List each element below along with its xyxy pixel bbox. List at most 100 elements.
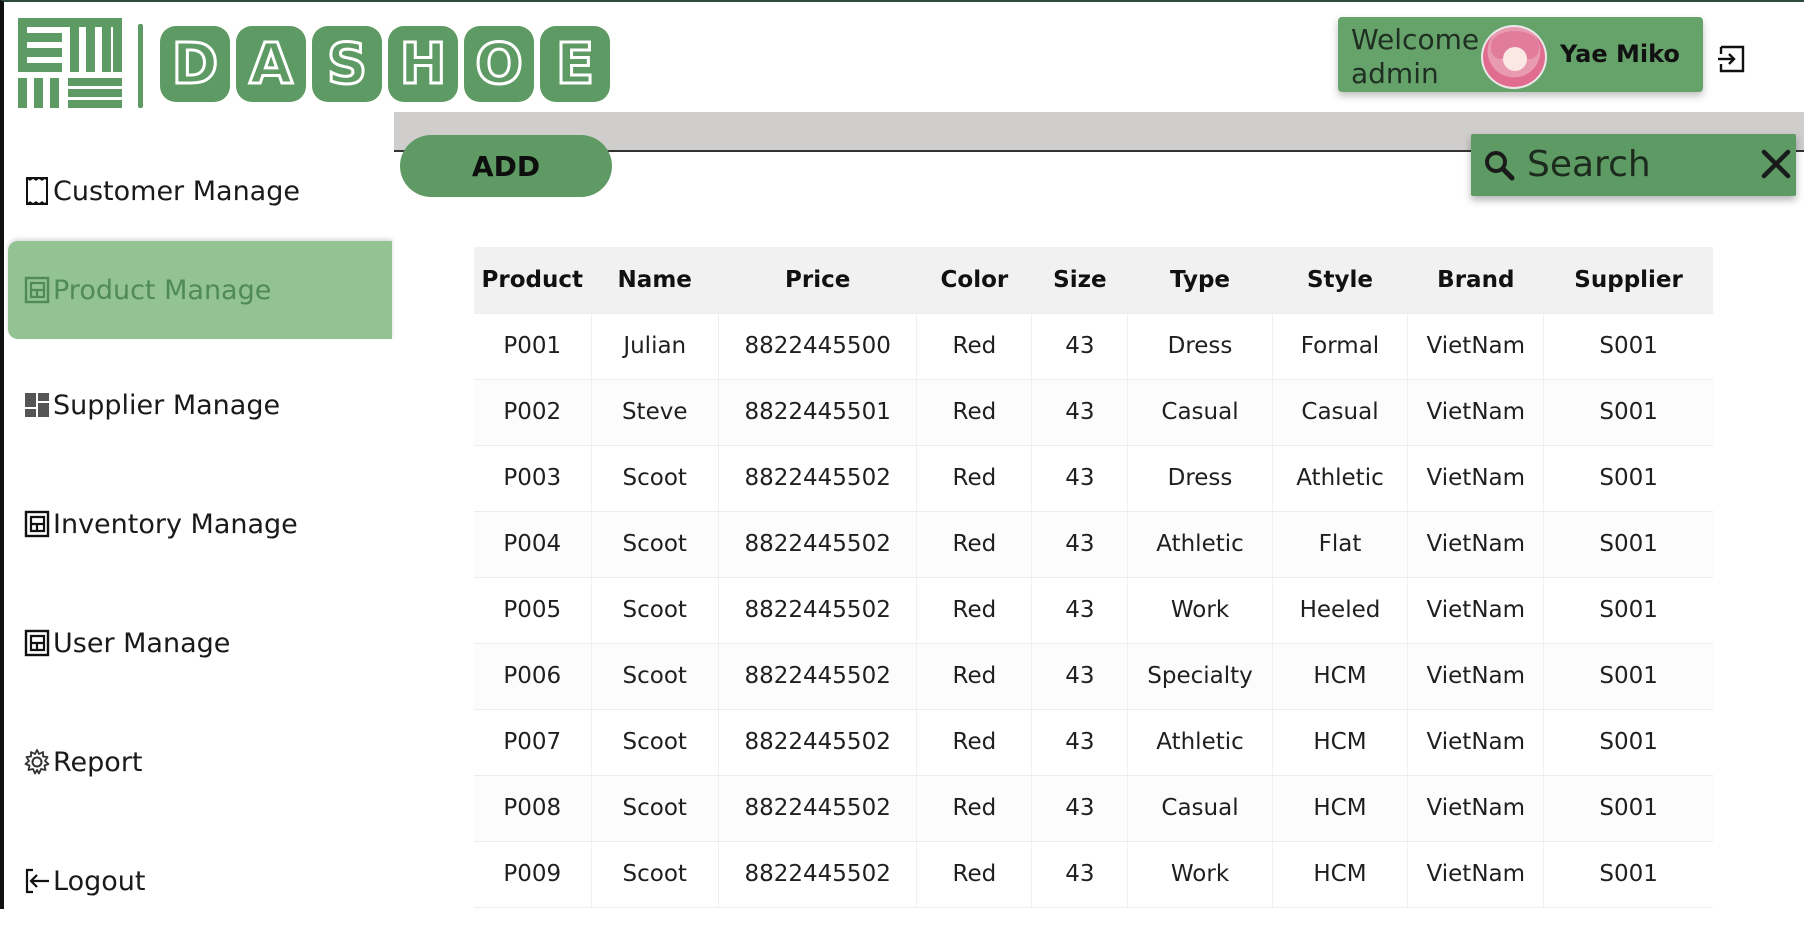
table-row[interactable]: P009 Scoot 8822445502 Red 43 Work HCM Vi…: [474, 841, 1713, 908]
table-cell: 8822445500: [718, 313, 918, 380]
table-cell: 43: [1031, 445, 1129, 512]
table-cell: P005: [474, 577, 592, 644]
sidebar-item-product[interactable]: Product Manage: [8, 241, 392, 339]
table-row[interactable]: P003 Scoot 8822445502 Red 43 Dress Athle…: [474, 445, 1713, 512]
table-cell: Scoot: [591, 577, 719, 644]
table-cell: VietNam: [1407, 709, 1545, 776]
table-cell: VietNam: [1407, 643, 1545, 710]
table-cell: Dress: [1127, 313, 1273, 380]
table-cell: S001: [1543, 643, 1713, 710]
table-cell: VietNam: [1407, 445, 1545, 512]
sidebar-item-inventory[interactable]: Inventory Manage: [8, 475, 392, 573]
search-input[interactable]: [1527, 142, 1747, 186]
table-cell: 43: [1031, 577, 1129, 644]
user-name: Yae Miko: [1560, 40, 1680, 68]
search-icon[interactable]: [1481, 147, 1517, 183]
table-cell: 43: [1031, 643, 1129, 710]
table-cell: Red: [916, 511, 1033, 578]
sidebar-item-label: Logout: [53, 865, 146, 897]
sidebar-item-label: Inventory Manage: [53, 508, 298, 540]
logo-mark-icon: [18, 18, 122, 108]
sidebar-item-customer[interactable]: Customer Manage: [8, 142, 392, 240]
table-cell: VietNam: [1407, 841, 1545, 908]
logo: [18, 18, 122, 108]
sidebar-item-report[interactable]: Report: [8, 713, 392, 811]
table-cell: 43: [1031, 379, 1129, 446]
table-cell: Casual: [1272, 379, 1409, 446]
user-card[interactable]: Welcome admin Yae Miko: [1338, 17, 1703, 92]
column-header[interactable]: Style: [1272, 247, 1409, 314]
table-cell: HCM: [1272, 775, 1409, 842]
table-cell: P006: [474, 643, 592, 710]
table-cell: Work: [1127, 841, 1273, 908]
table-cell: P009: [474, 841, 592, 908]
welcome-text: Welcome admin: [1351, 23, 1480, 90]
table-cell: Athletic: [1127, 709, 1273, 776]
logout-icon: [25, 868, 49, 894]
logout-arrow-icon[interactable]: [1717, 44, 1747, 74]
table-cell: P003: [474, 445, 592, 512]
search-bar: [1471, 134, 1796, 196]
table-cell: Scoot: [591, 445, 719, 512]
column-header[interactable]: Type: [1127, 247, 1273, 314]
logo-divider: [138, 24, 143, 108]
table-row[interactable]: P006 Scoot 8822445502 Red 43 Specialty H…: [474, 643, 1713, 710]
table-cell: Red: [916, 577, 1033, 644]
receipt-icon: [26, 177, 48, 205]
avatar[interactable]: [1481, 25, 1547, 89]
table-cell: Casual: [1127, 379, 1273, 446]
brand-letter: E: [540, 26, 610, 102]
table-cell: VietNam: [1407, 379, 1545, 446]
table-cell: Steve: [591, 379, 719, 446]
table-cell: VietNam: [1407, 313, 1545, 380]
table-cell: 8822445502: [718, 775, 918, 842]
table-cell: Red: [916, 709, 1033, 776]
column-header[interactable]: Product: [474, 247, 592, 314]
table-row[interactable]: P001 Julian 8822445500 Red 43 Dress Form…: [474, 313, 1713, 380]
column-header[interactable]: Color: [916, 247, 1033, 314]
brand-letter: D: [160, 26, 230, 102]
table-row[interactable]: P004 Scoot 8822445502 Red 43 Athletic Fl…: [474, 511, 1713, 578]
table-row[interactable]: P007 Scoot 8822445502 Red 43 Athletic HC…: [474, 709, 1713, 776]
table-cell: S001: [1543, 445, 1713, 512]
table-header-row: Product Name Price Color Size Type Style…: [474, 247, 1713, 314]
add-button[interactable]: ADD: [400, 135, 612, 197]
table-cell: Red: [916, 445, 1033, 512]
table-row[interactable]: P002 Steve 8822445501 Red 43 Casual Casu…: [474, 379, 1713, 446]
sidebar-item-logout[interactable]: Logout: [8, 832, 392, 930]
gear-icon: [24, 749, 50, 775]
table-cell: 43: [1031, 511, 1129, 578]
table-cell: VietNam: [1407, 511, 1545, 578]
table-cell: S001: [1543, 313, 1713, 380]
table-cell: 43: [1031, 709, 1129, 776]
table-cell: S001: [1543, 379, 1713, 446]
table-cell: P002: [474, 379, 592, 446]
table-cell: Casual: [1127, 775, 1273, 842]
table-cell: P007: [474, 709, 592, 776]
table-cell: S001: [1543, 841, 1713, 908]
layout-icon: [24, 276, 50, 304]
table-cell: Flat: [1272, 511, 1409, 578]
brand-letter: H: [388, 26, 458, 102]
sidebar-item-user[interactable]: User Manage: [8, 594, 392, 692]
table-cell: Heeled: [1272, 577, 1409, 644]
column-header[interactable]: Size: [1031, 247, 1129, 314]
table-cell: S001: [1543, 577, 1713, 644]
column-header[interactable]: Supplier: [1543, 247, 1713, 314]
app-frame: D A S H O E Welcome admin Yae Miko Custo…: [0, 0, 1804, 909]
table-cell: 43: [1031, 775, 1129, 842]
sidebar-item-label: Customer Manage: [53, 175, 300, 207]
table-row[interactable]: P008 Scoot 8822445502 Red 43 Casual HCM …: [474, 775, 1713, 842]
table-cell: Scoot: [591, 643, 719, 710]
table-cell: VietNam: [1407, 577, 1545, 644]
column-header[interactable]: Price: [718, 247, 918, 314]
table-cell: Red: [916, 313, 1033, 380]
brand-letter: S: [312, 26, 382, 102]
column-header[interactable]: Name: [591, 247, 719, 314]
table-cell: 8822445502: [718, 643, 918, 710]
table-cell: Athletic: [1127, 511, 1273, 578]
table-row[interactable]: P005 Scoot 8822445502 Red 43 Work Heeled…: [474, 577, 1713, 644]
sidebar-item-supplier[interactable]: Supplier Manage: [8, 356, 392, 454]
close-icon[interactable]: [1760, 147, 1792, 181]
column-header[interactable]: Brand: [1407, 247, 1545, 314]
